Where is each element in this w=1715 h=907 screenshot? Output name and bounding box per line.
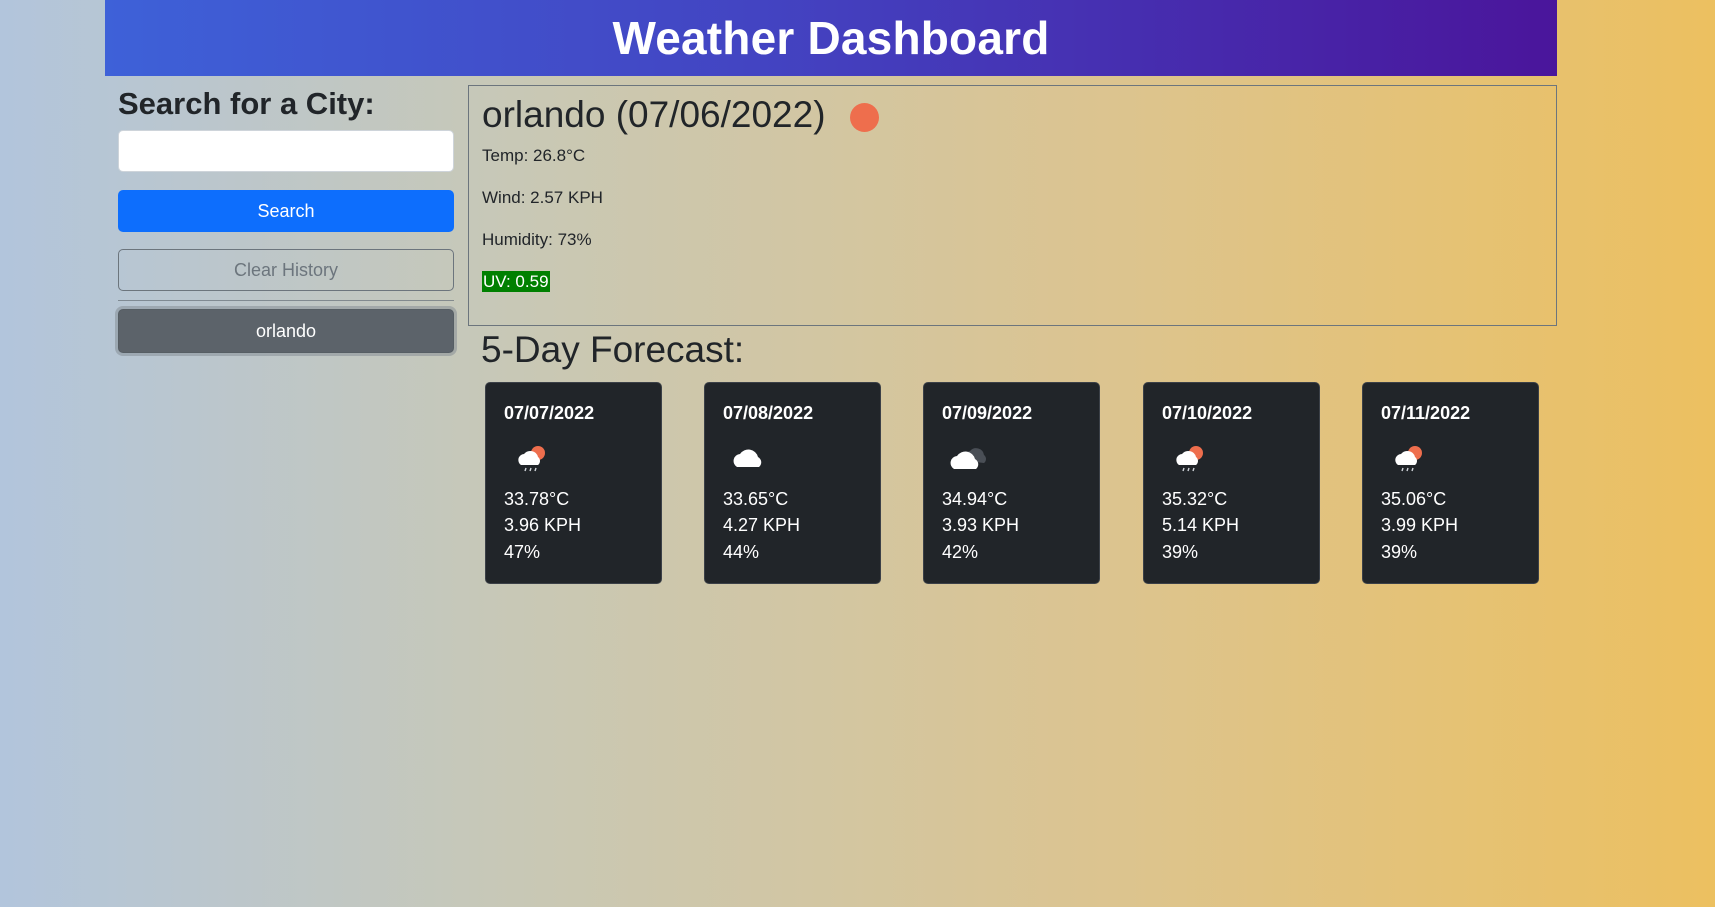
forecast-wind: 5.14 KPH (1162, 515, 1240, 535)
search-heading: Search for a City: (118, 86, 375, 121)
current-uv-line: UV: 0.59 (482, 271, 550, 293)
forecast-card: 07/09/2022 34.94°C 3.93 KPH 42% (923, 382, 1100, 584)
current-wind: Wind: 2.57 KPH (482, 188, 603, 207)
current-humidity: Humidity: 73% (482, 230, 592, 249)
current-weather-panel: orlando (07/06/2022) Temp: 26.8°C Wind: … (468, 85, 1557, 326)
forecast-wind: 3.99 KPH (1381, 515, 1459, 535)
forecast-temperature: 33.65°C (723, 489, 789, 509)
forecast-humidity: 39% (1162, 542, 1199, 562)
forecast-wind: 4.27 KPH (723, 515, 801, 535)
forecast-temperature: 33.78°C (504, 489, 570, 509)
forecast-card: 07/08/2022 33.65°C 4.27 KPH 44% (704, 382, 881, 584)
page-header: Weather Dashboard (105, 0, 1557, 76)
current-city-date: orlando (07/06/2022) (482, 94, 826, 135)
clear-history-button[interactable]: Clear History (118, 249, 454, 291)
forecast-date: 07/10/2022 (1162, 403, 1253, 423)
forecast-heading: 5-Day Forecast: (481, 329, 745, 370)
forecast-card: 07/07/2022 33.78°C 3.96 KPH 47% (485, 382, 662, 584)
sun-behind-rain-cloud-icon (518, 446, 545, 472)
forecast-humidity: 39% (1381, 542, 1418, 562)
forecast-date: 07/09/2022 (942, 403, 1033, 423)
forecast-humidity: 42% (942, 542, 979, 562)
forecast-temperature: 34.94°C (942, 489, 1008, 509)
forecast-temperature: 35.32°C (1162, 489, 1228, 509)
uv-index-badge: UV: 0.59 (482, 271, 550, 292)
forecast-card: 07/10/2022 35.32°C 5.14 KPH 39% (1143, 382, 1320, 584)
forecast-wind: 3.93 KPH (942, 515, 1020, 535)
history-city-button-orlando[interactable]: orlando (118, 309, 454, 353)
sidebar-divider (118, 300, 454, 301)
forecast-date: 07/11/2022 (1381, 403, 1471, 423)
city-search-input[interactable] (118, 130, 454, 172)
forecast-wind: 3.96 KPH (504, 515, 582, 535)
search-sidebar: Search for a City: Search Clear History … (118, 84, 454, 353)
sun-behind-rain-cloud-icon (1395, 446, 1422, 472)
current-temperature: Temp: 26.8°C (482, 146, 586, 165)
forecast-date: 07/08/2022 (723, 403, 814, 423)
current-weather-heading: orlando (07/06/2022) (482, 90, 879, 140)
forecast-humidity: 47% (504, 542, 541, 562)
forecast-temperature: 35.06°C (1381, 489, 1447, 509)
search-button[interactable]: Search (118, 190, 454, 232)
forecast-date: 07/07/2022 (504, 403, 595, 423)
sun-icon (849, 102, 879, 132)
cloud-icon (733, 449, 762, 467)
forecast-humidity: 44% (723, 542, 760, 562)
sun-behind-rain-cloud-icon (1176, 446, 1203, 472)
broken-clouds-icon (950, 448, 986, 469)
page-title: Weather Dashboard (612, 12, 1050, 64)
forecast-card: 07/11/2022 35.06°C 3.99 KPH 39% (1362, 382, 1539, 584)
